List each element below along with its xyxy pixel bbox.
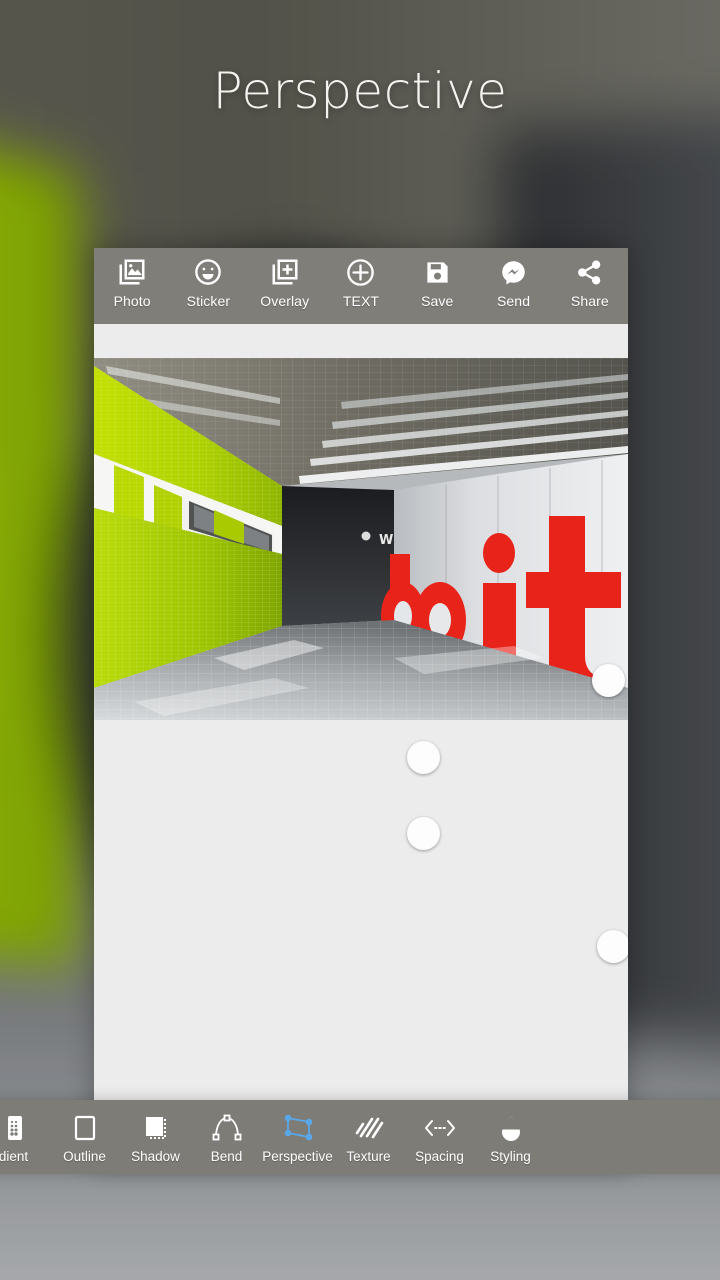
effect-item-bend[interactable]: Bend <box>191 1111 262 1164</box>
handle-bottom-right[interactable] <box>597 930 628 963</box>
toolbar-item-overlay[interactable]: Overlay <box>250 256 320 309</box>
overlay-plus-icon <box>270 256 300 288</box>
handle-bottom-left[interactable] <box>407 817 440 850</box>
perspective-icon <box>281 1111 315 1145</box>
effect-item-shadow[interactable]: Shadow <box>120 1111 191 1164</box>
shadow-icon <box>141 1111 171 1145</box>
toolbar-item-text[interactable]: TEXT <box>326 256 396 309</box>
corridor-photo: WC <box>94 358 628 720</box>
plus-circle-icon <box>345 256 376 288</box>
effect-item-gradient[interactable]: dient <box>0 1111 49 1164</box>
smiley-sticker-icon <box>193 256 223 288</box>
effect-item-perspective[interactable]: Perspective <box>262 1111 333 1164</box>
editor-canvas[interactable]: WC <box>94 324 628 1104</box>
outline-icon <box>70 1111 100 1145</box>
handle-top-left[interactable] <box>407 741 440 774</box>
effect-item-outline[interactable]: Outline <box>49 1111 120 1164</box>
photo-library-icon <box>117 256 147 288</box>
top-toolbar: Photo Sticker Overlay TEXT Save Send Sha… <box>94 248 628 324</box>
floppy-disk-icon <box>424 256 451 288</box>
toolbar-item-share-label: Share <box>570 293 609 309</box>
toolbar-item-sticker[interactable]: Sticker <box>173 256 243 309</box>
toolbar-item-photo[interactable]: Photo <box>97 256 167 309</box>
toolbar-item-save-label: Save <box>421 293 454 309</box>
toolbar-item-sticker-label: Sticker <box>186 293 231 309</box>
effect-item-shadow-label: Shadow <box>131 1148 180 1164</box>
toolbar-item-overlay-label: Overlay <box>260 293 310 309</box>
bend-icon <box>211 1111 243 1145</box>
page-title: Perspective <box>212 62 508 120</box>
toolbar-item-share[interactable]: Share <box>555 256 625 309</box>
effect-item-gradient-label: dient <box>0 1148 29 1164</box>
texture-icon <box>354 1111 384 1145</box>
effect-item-styling[interactable]: Styling <box>475 1111 546 1164</box>
styling-icon <box>496 1111 526 1145</box>
handle-top-right[interactable] <box>592 664 625 697</box>
effect-item-spacing-label: Spacing <box>415 1148 464 1164</box>
effect-item-perspective-label: Perspective <box>262 1148 333 1164</box>
toolbar-item-save[interactable]: Save <box>402 256 472 309</box>
effect-item-bend-label: Bend <box>210 1148 243 1164</box>
app-panel: Photo Sticker Overlay TEXT Save Send Sha… <box>94 248 628 1166</box>
effect-toolbar: dient Outline Shadow Bend Perspective Te… <box>0 1100 720 1174</box>
effect-item-spacing[interactable]: Spacing <box>404 1111 475 1164</box>
effect-item-outline-label: Outline <box>63 1148 106 1164</box>
spacing-icon <box>423 1111 457 1145</box>
toolbar-item-photo-label: Photo <box>113 293 151 309</box>
effect-item-texture[interactable]: Texture <box>333 1111 404 1164</box>
toolbar-item-text-label: TEXT <box>342 293 380 309</box>
toolbar-item-send[interactable]: Send <box>479 256 549 309</box>
effect-item-texture-label: Texture <box>346 1148 391 1164</box>
share-nodes-icon <box>575 256 604 288</box>
effect-item-styling-label: Styling <box>490 1148 531 1164</box>
toolbar-item-send-label: Send <box>496 293 531 309</box>
gradient-icon <box>0 1111 28 1145</box>
messenger-icon <box>500 256 527 288</box>
photo-layer[interactable]: WC <box>94 358 628 720</box>
